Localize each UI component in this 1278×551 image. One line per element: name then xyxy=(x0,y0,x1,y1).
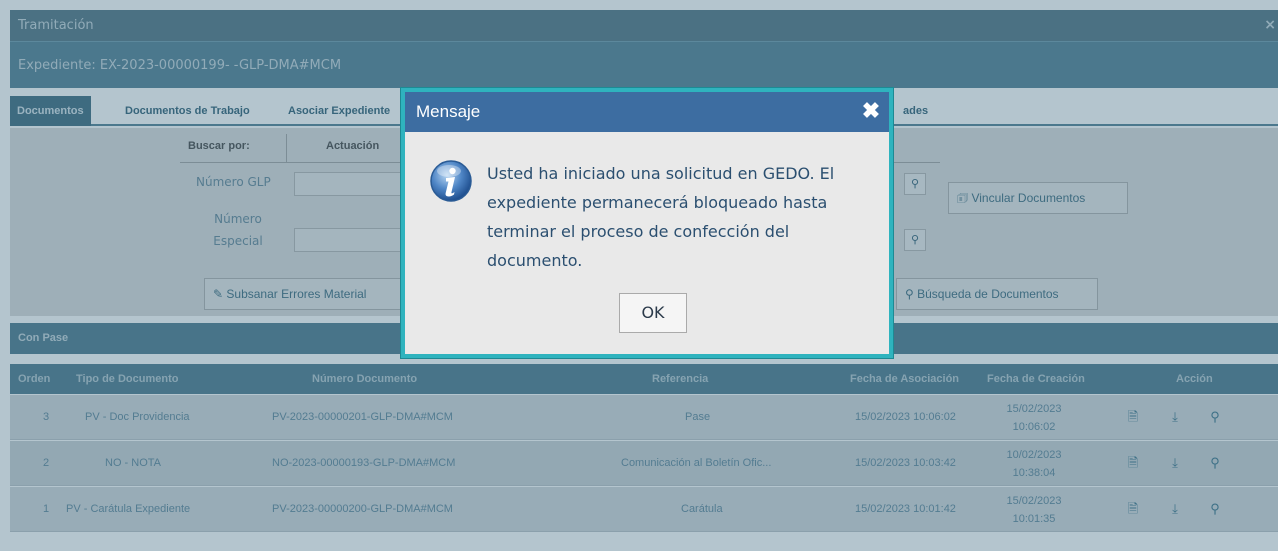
dialog-header: Mensaje ✖ xyxy=(405,92,889,132)
close-icon[interactable]: ✖ xyxy=(859,97,883,125)
info-icon xyxy=(430,160,472,202)
dialog-title: Mensaje xyxy=(416,102,481,121)
dialog-message: Usted ha iniciado una solicitud en GEDO.… xyxy=(487,164,835,270)
mensaje-dialog: Mensaje ✖ Usted ha iniciado una solicitu… xyxy=(401,88,893,358)
ok-button[interactable]: OK xyxy=(619,293,687,333)
